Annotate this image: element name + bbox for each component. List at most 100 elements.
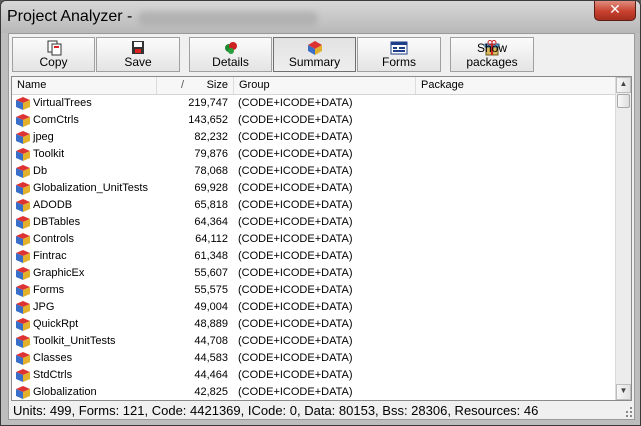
unit-size: 49,004 [194,301,228,313]
unit-group: (CODE+ICODE+DATA) [238,148,353,160]
vertical-scrollbar[interactable]: ▲ ▼ [615,77,631,400]
summary-button[interactable]: Summary [273,37,356,72]
list-item[interactable]: VirtualTrees 219,747 (CODE+ICODE+DATA) [12,95,617,112]
list-item[interactable]: StdCtrls 44,464 (CODE+ICODE+DATA) [12,367,617,384]
list-item[interactable]: Forms 55,575 (CODE+ICODE+DATA) [12,282,617,299]
unit-name: Classes [33,352,73,364]
resize-grip-icon[interactable] [624,404,634,418]
list-item[interactable]: Globalization_UnitTests 69,928 (CODE+ICODE… [12,180,617,197]
toolbar: Copy Save Details Summary Forms Show pac… [9,34,634,74]
unit-icon [16,199,30,212]
unit-group: (CODE+ICODE+DATA) [238,250,353,262]
list-item[interactable]: Toolkit_UnitTests 44,708 (CODE+ICODE+DATA) [12,333,617,350]
list-item[interactable]: Classes 44,583 (CODE+ICODE+DATA) [12,350,617,367]
list-item[interactable]: GraphicEx 55,607 (CODE+ICODE+DATA) [12,265,617,282]
unit-name: Forms [33,284,65,296]
close-button[interactable]: ✕ [594,1,636,21]
col-header-name[interactable]: Name [12,77,157,94]
unit-icon [16,216,30,229]
list-item[interactable]: Controls 64,112 (CODE+ICODE+DATA) [12,231,617,248]
status-bar: Units: 499, Forms: 121, Code: 4421369, I… [13,403,539,418]
unit-size: 42,825 [194,386,228,398]
unit-list[interactable]: Name / Size Group Package VirtualTrees 21… [11,76,632,401]
scroll-thumb[interactable] [617,94,630,108]
list-item[interactable]: ADODB 65,818 (CODE+ICODE+DATA) [12,197,617,214]
list-item[interactable]: Toolkit 79,876 (CODE+ICODE+DATA) [12,146,617,163]
details-button[interactable]: Details [189,37,272,72]
unit-icon [16,267,30,280]
unit-icon [16,352,30,365]
unit-size: 82,232 [194,131,228,143]
unit-size: 69,928 [194,182,228,194]
list-item[interactable]: Db 78,068 (CODE+ICODE+DATA) [12,163,617,180]
copy-button[interactable]: Copy [12,37,95,72]
unit-icon [16,335,30,348]
window-title: Project Analyzer - [7,8,133,25]
app-window: Project Analyzer - ✕ Copy Save Details S… [0,0,641,426]
unit-size: 78,068 [194,165,228,177]
unit-size: 64,364 [194,216,228,228]
unit-size: 55,575 [194,284,228,296]
title-bar[interactable]: Project Analyzer - ✕ [1,1,640,33]
unit-name: GraphicEx [33,267,85,279]
unit-size: 143,652 [188,114,228,126]
scroll-up-button[interactable]: ▲ [616,77,631,93]
scroll-down-icon: ▼ [619,386,628,395]
list-item[interactable]: JPG 49,004 (CODE+ICODE+DATA) [12,299,617,316]
col-header-package[interactable]: Package [416,77,617,94]
unit-size: 48,889 [194,318,228,330]
list-item[interactable]: QuickRpt 48,889 (CODE+ICODE+DATA) [12,316,617,333]
unit-name: Db [33,165,48,177]
unit-group: (CODE+ICODE+DATA) [238,165,353,177]
save-button[interactable]: Save [96,37,180,72]
forms-label: Forms [382,55,416,69]
scroll-down-button[interactable]: ▼ [616,384,631,400]
unit-group: (CODE+ICODE+DATA) [238,199,353,211]
show-packages-label: Show packages [466,41,518,69]
unit-name: VirtualTrees [33,97,92,109]
unit-icon [16,182,30,195]
unit-size: 61,348 [194,250,228,262]
col-header-group[interactable]: Group [234,77,416,94]
unit-name: DBTables [33,216,81,228]
unit-size: 44,583 [194,352,228,364]
list-item[interactable]: Fintrac 61,348 (CODE+ICODE+DATA) [12,248,617,265]
unit-size: 219,747 [188,97,228,109]
unit-group: (CODE+ICODE+DATA) [238,97,353,109]
unit-icon [16,369,30,382]
unit-name: ADODB [33,199,73,211]
unit-name: ComCtrls [33,114,79,126]
summary-label: Summary [288,55,341,69]
list-item[interactable]: ComCtrls 143,652 (CODE+ICODE+DATA) [12,112,617,129]
copy-icon [47,40,61,56]
unit-size: 65,818 [194,199,228,211]
show-packages-button[interactable]: Show packages [450,37,534,72]
unit-icon [16,318,30,331]
unit-icon [16,97,30,110]
unit-icon [16,114,30,127]
list-item[interactable]: DBTables 64,364 (CODE+ICODE+DATA) [12,214,617,231]
unit-group: (CODE+ICODE+DATA) [238,233,353,245]
forms-button[interactable]: Forms [357,37,441,72]
unit-icon [16,165,30,178]
list-item[interactable]: jpeg 82,232 (CODE+ICODE+DATA) [12,129,617,146]
unit-name: Toolkit [33,148,65,160]
unit-group: (CODE+ICODE+DATA) [238,369,353,381]
unit-icon [16,148,30,161]
unit-name: Fintrac [33,250,67,262]
unit-group: (CODE+ICODE+DATA) [238,131,353,143]
list-item[interactable]: Globalization 42,825 (CODE+ICODE+DATA) [12,384,617,400]
unit-group: (CODE+ICODE+DATA) [238,386,353,398]
unit-icon [16,301,30,314]
forms-icon [390,41,408,55]
save-label: Save [124,55,152,69]
list-rows: VirtualTrees 219,747 (CODE+ICODE+DATA) ComC… [12,95,617,400]
unit-group: (CODE+ICODE+DATA) [238,352,353,364]
unit-size: 64,112 [195,233,228,245]
unit-size: 44,708 [194,335,228,347]
unit-name: QuickRpt [33,318,79,330]
unit-size: 44,464 [194,369,228,381]
unit-name: Toolkit_UnitTests [33,335,116,347]
col-header-size[interactable]: / Size [157,77,234,94]
unit-name: Globalization_UnitTests [33,182,148,194]
